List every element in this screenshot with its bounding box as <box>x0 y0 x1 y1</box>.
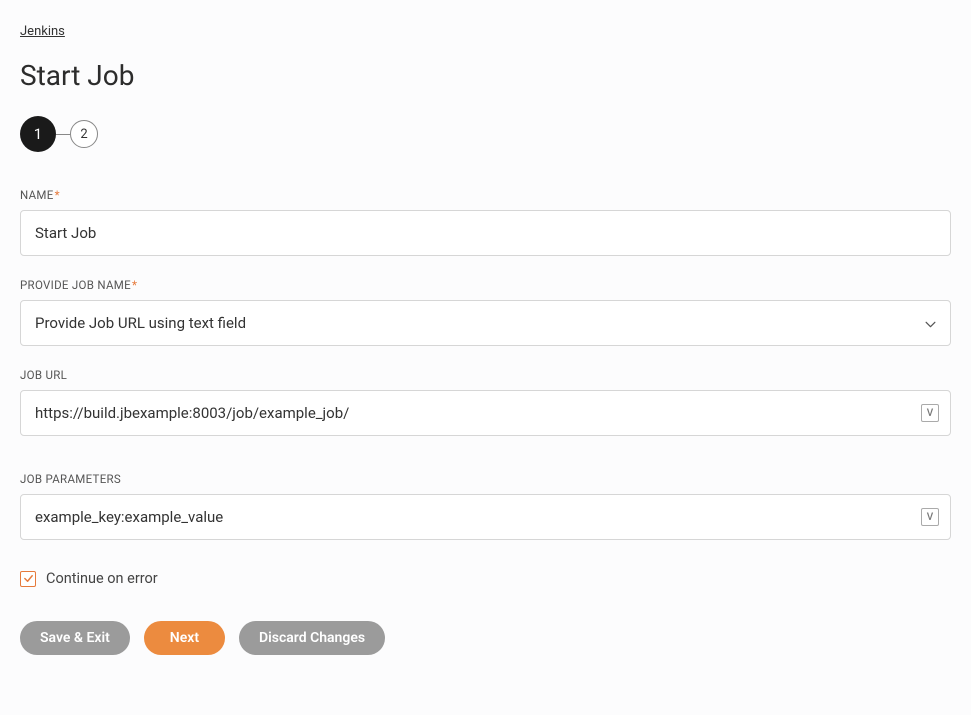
save-exit-button[interactable]: Save & Exit <box>20 621 130 655</box>
breadcrumb-jenkins[interactable]: Jenkins <box>20 24 65 39</box>
job-parameters-label: JOB PARAMETERS <box>20 472 951 486</box>
name-label: NAME* <box>20 188 951 202</box>
required-asterisk: * <box>55 188 60 202</box>
provide-job-name-select[interactable]: Provide Job URL using text field <box>20 300 951 346</box>
provide-job-name-label-text: PROVIDE JOB NAME <box>20 278 131 292</box>
step-2[interactable]: 2 <box>70 120 98 148</box>
job-url-label: JOB URL <box>20 368 951 382</box>
provide-job-name-label: PROVIDE JOB NAME* <box>20 278 951 292</box>
discard-changes-button[interactable]: Discard Changes <box>239 621 385 655</box>
check-icon <box>23 573 34 584</box>
variable-picker-icon[interactable]: V <box>921 508 939 526</box>
chevron-down-icon <box>925 314 936 332</box>
stepper: 1 2 <box>20 116 951 152</box>
continue-on-error-label: Continue on error <box>46 570 158 587</box>
job-url-input[interactable] <box>20 390 951 436</box>
next-button[interactable]: Next <box>144 621 225 655</box>
step-connector <box>56 134 70 135</box>
provide-job-name-value: Provide Job URL using text field <box>35 314 925 332</box>
name-input[interactable] <box>20 210 951 256</box>
continue-on-error-checkbox[interactable] <box>20 571 36 587</box>
name-label-text: NAME <box>20 188 54 202</box>
step-1[interactable]: 1 <box>20 116 56 152</box>
page-title: Start Job <box>20 59 951 92</box>
variable-picker-icon[interactable]: V <box>921 404 939 422</box>
required-asterisk: * <box>132 278 137 292</box>
job-parameters-input[interactable] <box>20 494 951 540</box>
